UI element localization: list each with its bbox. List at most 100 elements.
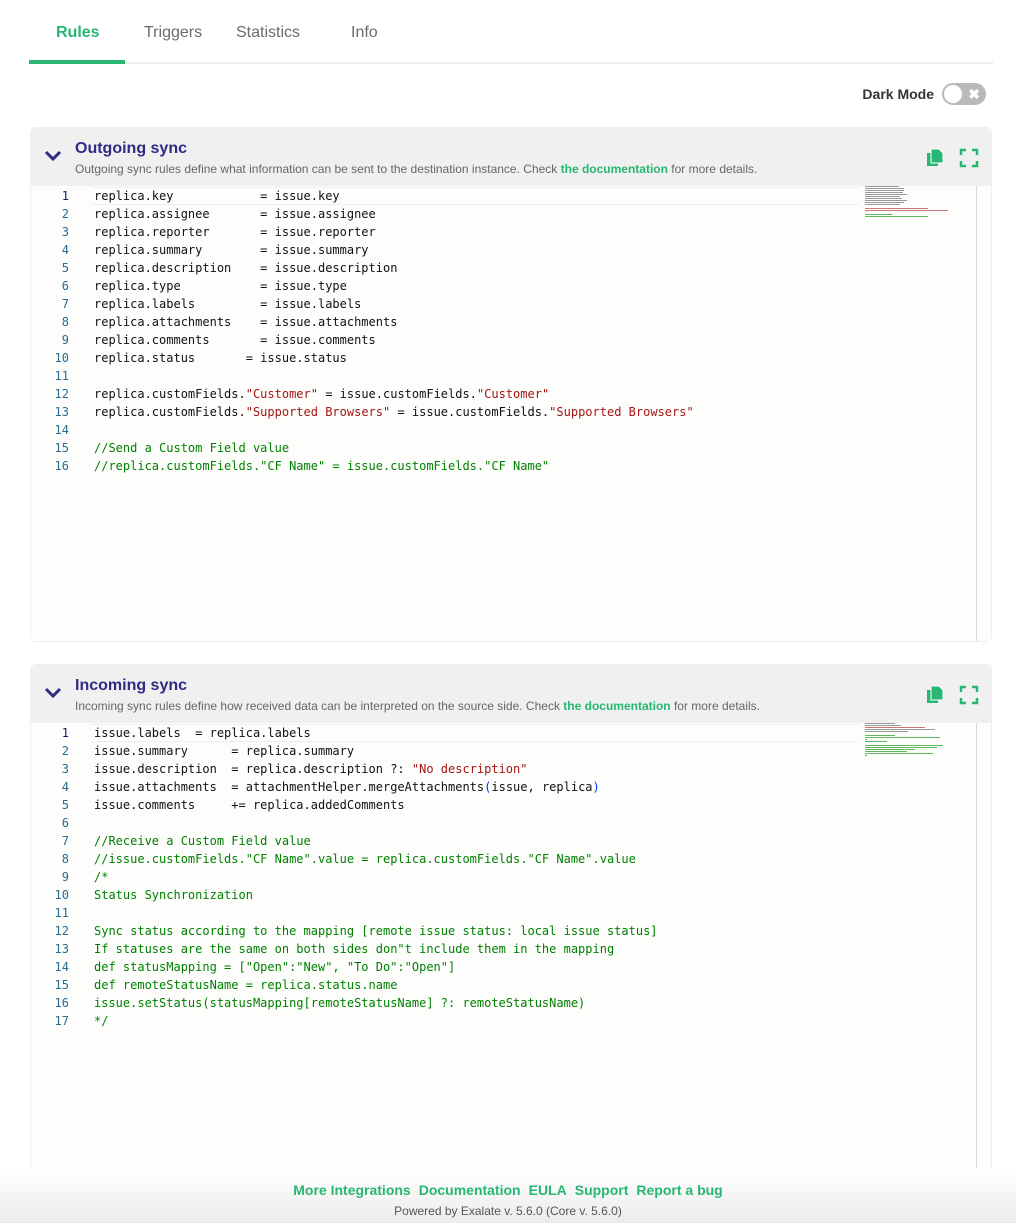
code-text: //Receive a Custom Field value xyxy=(94,834,311,848)
code-line[interactable]: 1 replica.key = issue.key xyxy=(31,187,991,205)
code-text: replica.type = issue.type xyxy=(94,279,347,293)
code-text: replica.comments = issue.comments xyxy=(94,333,376,347)
code-text: def statusMapping = ["Open":"New", "To D… xyxy=(94,960,456,974)
code-text: Sync status according to the mapping [re… xyxy=(94,924,658,938)
code-text: //replica.customFields."CF Name" = issue… xyxy=(94,459,550,473)
line-number: 9 xyxy=(61,870,69,884)
footer-link-support[interactable]: Support xyxy=(575,1182,629,1198)
code-line[interactable]: 6 xyxy=(31,814,991,832)
code-line[interactable]: 3 issue.description = replica.description… xyxy=(31,760,991,778)
code-line[interactable]: 16 //replica.customFields."CF Name" = iss… xyxy=(31,457,991,475)
line-number: 14 xyxy=(54,960,69,974)
code-line[interactable]: 13 replica.customFields."Supported Browse… xyxy=(31,403,991,421)
line-number: 6 xyxy=(61,279,69,293)
code-line[interactable]: 6 replica.type = issue.type xyxy=(31,277,991,295)
tab-rules[interactable]: Rules xyxy=(56,24,100,42)
code-text: replica.customFields."Supported Browsers… xyxy=(94,405,694,419)
description-text: Incoming sync rules define how received … xyxy=(75,699,564,713)
line-number: 3 xyxy=(61,762,69,776)
footer-link-documentation[interactable]: Documentation xyxy=(419,1182,521,1198)
description-text: for more details. xyxy=(667,162,758,176)
code-line[interactable]: 15 //Send a Custom Field value xyxy=(31,439,991,457)
code-text: def remoteStatusName = replica.status.na… xyxy=(94,978,398,992)
code-line[interactable]: 8 //issue.customFields."CF Name".value = … xyxy=(31,850,991,868)
code-line[interactable]: 14 def statusMapping = ["Open":"New", "To… xyxy=(31,958,991,976)
code-line[interactable]: 12 replica.customFields."Customer" = issu… xyxy=(31,385,991,403)
line-number: 4 xyxy=(61,780,69,794)
code-text: //Send a Custom Field value xyxy=(94,441,290,455)
copy-icon[interactable] xyxy=(925,685,945,705)
close-icon: ✖ xyxy=(968,86,980,102)
code-text: replica.status = issue.status xyxy=(94,351,347,365)
line-number: 6 xyxy=(61,816,69,830)
documentation-link[interactable]: the documentation xyxy=(563,699,670,713)
line-number: 5 xyxy=(61,261,69,275)
code-line[interactable]: 16 issue.setStatus(statusMapping[remoteSt… xyxy=(31,994,991,1012)
fullscreen-icon[interactable] xyxy=(959,148,979,168)
chevron-down-icon[interactable] xyxy=(43,148,63,162)
code-line[interactable]: 7 //Receive a Custom Field value xyxy=(31,832,991,850)
chevron-down-icon[interactable] xyxy=(43,685,63,699)
line-number: 1 xyxy=(61,726,69,740)
outgoing-sync-panel: Outgoing sync Outgoing sync rules define… xyxy=(30,127,992,642)
footer-link-eula[interactable]: EULA xyxy=(529,1182,567,1198)
code-line[interactable]: 17 */ xyxy=(31,1012,991,1030)
code-line[interactable]: 12 Sync status according to the mapping [… xyxy=(31,922,991,940)
code-line[interactable]: 11 xyxy=(31,367,991,385)
incoming-sync-panel: Incoming sync Incoming sync rules define… xyxy=(30,664,992,1175)
code-line[interactable]: 13 If statuses are the same on both sides… xyxy=(31,940,991,958)
code-text: issue.comments += replica.addedComments xyxy=(94,798,405,812)
code-text: replica.reporter = issue.reporter xyxy=(94,225,376,239)
code-line[interactable]: 8 replica.attachments = issue.attachments xyxy=(31,313,991,331)
incoming-code-editor[interactable]: 1 issue.labels = replica.labels 2 issue.sum… xyxy=(31,723,991,1175)
code-line[interactable]: 14 xyxy=(31,421,991,439)
copy-icon[interactable] xyxy=(925,148,945,168)
code-line[interactable]: 15 def remoteStatusName = replica.status.… xyxy=(31,976,991,994)
line-number: 7 xyxy=(61,834,69,848)
line-number: 15 xyxy=(54,978,69,992)
tab-statistics[interactable]: Statistics xyxy=(236,24,300,42)
line-number: 8 xyxy=(61,315,69,329)
panel-title: Incoming sync xyxy=(75,677,188,694)
code-line[interactable]: 10 replica.status = issue.status xyxy=(31,349,991,367)
code-line[interactable]: 1 issue.labels = replica.labels xyxy=(31,724,991,742)
line-number: 2 xyxy=(61,207,69,221)
line-number: 12 xyxy=(54,387,69,401)
dark-mode-label: Dark Mode xyxy=(862,86,934,102)
line-number: 2 xyxy=(61,744,69,758)
code-line[interactable]: 3 replica.reporter = issue.reporter xyxy=(31,223,991,241)
code-line[interactable]: 10 Status Synchronization xyxy=(31,886,991,904)
code-line[interactable]: 7 replica.labels = issue.labels xyxy=(31,295,991,313)
dark-mode-toggle[interactable]: ✖ xyxy=(942,83,986,105)
code-text: replica.customFields."Customer" = issue.… xyxy=(94,387,550,401)
code-line[interactable]: 9 replica.comments = issue.comments xyxy=(31,331,991,349)
code-text: //issue.customFields."CF Name".value = r… xyxy=(94,852,636,866)
code-text: replica.summary = issue.summary xyxy=(94,243,369,257)
code-text: issue.setStatus(statusMapping[remoteStat… xyxy=(94,996,586,1010)
code-text: If statuses are the same on both sides d… xyxy=(94,942,615,956)
code-text: issue.labels = replica.labels xyxy=(94,726,311,740)
dark-mode-control: Dark Mode ✖ xyxy=(862,83,986,105)
code-line[interactable]: 2 issue.summary = replica.summary xyxy=(31,742,991,760)
line-number: 12 xyxy=(54,924,69,938)
code-line[interactable]: 5 replica.description = issue.description xyxy=(31,259,991,277)
footer-link-report-a-bug[interactable]: Report a bug xyxy=(636,1182,722,1198)
code-line[interactable]: 2 replica.assignee = issue.assignee xyxy=(31,205,991,223)
description-text: for more details. xyxy=(670,699,760,713)
tab-bar: Rules Triggers Statistics Info xyxy=(29,0,993,64)
code-line[interactable]: 4 issue.attachments = attachmentHelper.me… xyxy=(31,778,991,796)
tab-triggers[interactable]: Triggers xyxy=(144,24,202,42)
code-line[interactable]: 4 replica.summary = issue.summary xyxy=(31,241,991,259)
code-line[interactable]: 5 issue.comments += replica.addedComments xyxy=(31,796,991,814)
outgoing-code-editor[interactable]: 1 replica.key = issue.key 2 replica.assigne… xyxy=(31,186,991,641)
line-number: 4 xyxy=(61,243,69,257)
code-line[interactable]: 11 xyxy=(31,904,991,922)
line-number: 14 xyxy=(54,423,69,437)
documentation-link[interactable]: the documentation xyxy=(561,162,668,176)
fullscreen-icon[interactable] xyxy=(959,685,979,705)
code-text: issue.attachments = attachmentHelper.mer… xyxy=(94,780,600,794)
tab-info[interactable]: Info xyxy=(351,24,378,42)
line-number: 3 xyxy=(61,225,69,239)
footer-link-more-integrations[interactable]: More Integrations xyxy=(293,1182,410,1198)
code-line[interactable]: 9 /* xyxy=(31,868,991,886)
